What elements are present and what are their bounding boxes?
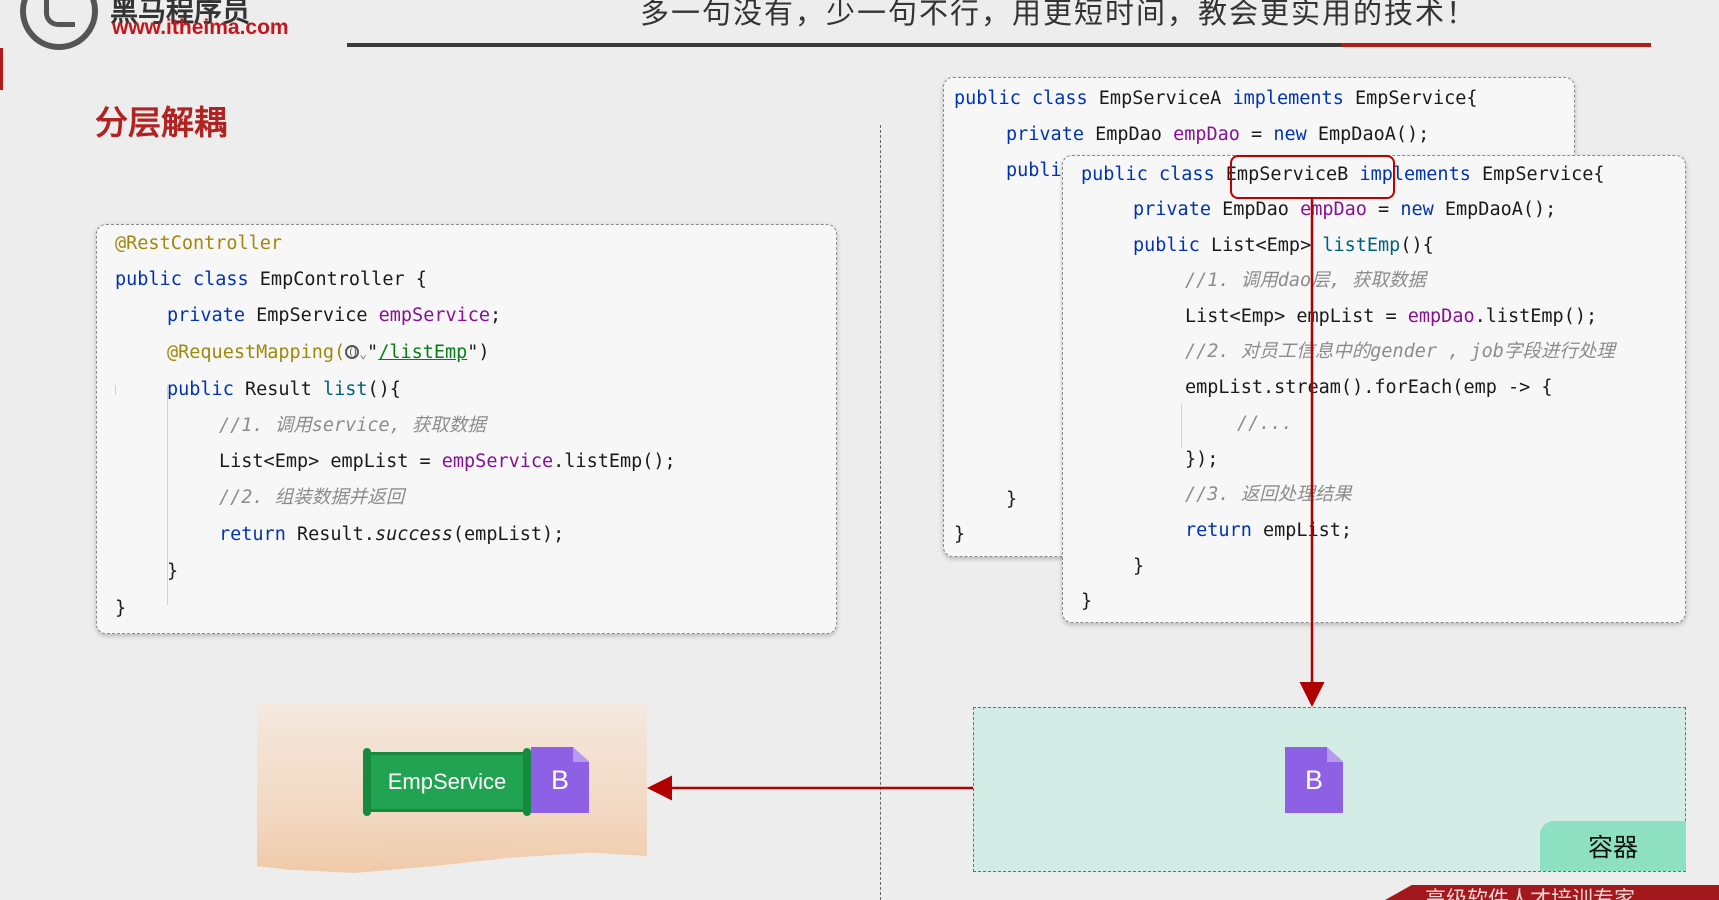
flow-arrows [647,199,1325,801]
corner-banner: 高级软件人才培训专家 [1385,885,1719,900]
